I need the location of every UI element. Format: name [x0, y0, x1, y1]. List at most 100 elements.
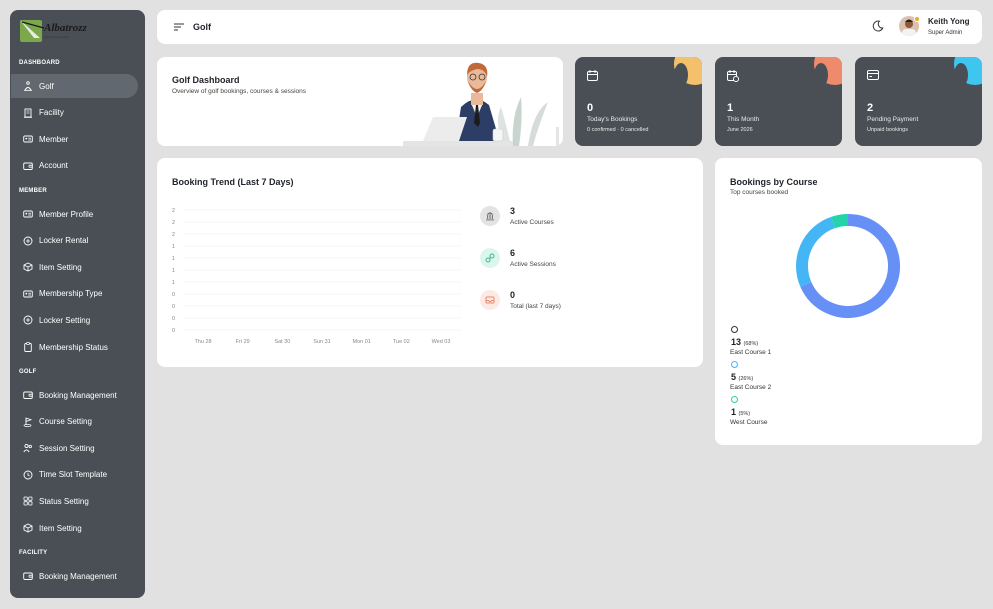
x-tick-label: Sat 30 [274, 339, 290, 345]
top-header: Golf Keith Yong Super Admin [157, 10, 982, 44]
y-tick-label: 0 [172, 292, 175, 298]
sidebar-item-golf[interactable]: Golf [11, 74, 138, 98]
legend-label: West Course [730, 419, 768, 426]
y-tick-label: 1 [172, 244, 175, 250]
x-tick-label: Fri 29 [236, 339, 250, 345]
inbox-icon [480, 290, 500, 310]
businessman-illustration [403, 62, 559, 146]
legend-marker [731, 361, 738, 368]
sidebar-item-label: Membership Type [39, 289, 103, 299]
clock-icon [23, 470, 33, 480]
wallet-icon [23, 571, 33, 581]
stat-subtext: Unpaid bookings [867, 127, 908, 133]
sidebar-item-label: Member Profile [39, 209, 94, 219]
menu-icon[interactable] [174, 23, 184, 31]
sidebar-item-label: Locker Setting [39, 315, 91, 325]
sidebar-item-item-setting[interactable]: Item Setting [11, 516, 138, 540]
sidebar-item-membership-type[interactable]: Membership Type [11, 282, 138, 306]
stat-subtext: June 2026 [727, 127, 753, 133]
legend-value: 1 (5%) [731, 407, 750, 417]
sidebar-item-label: Golf [39, 81, 54, 91]
sidebar-item-course-setting[interactable]: Course Setting [11, 410, 138, 434]
sidebar-item-member[interactable]: Member [11, 127, 138, 151]
legend-count: 5 [731, 372, 737, 382]
sidebar: Albatrozz golf & country club DASHBOARD G… [10, 10, 145, 598]
x-tick-label: Wed 03 [432, 339, 451, 345]
legend-percent: (68%) [743, 341, 759, 347]
box-icon [23, 523, 33, 533]
summary-value: 0 [510, 290, 516, 300]
sidebar-item-label: Booking Management [39, 571, 117, 581]
page-title: Golf [193, 22, 211, 32]
brand-logo[interactable]: Albatrozz golf & country club [20, 20, 130, 46]
stat-card-todays-bookings[interactable]: 0 Today's Bookings 0 confirmed · 0 cance… [575, 57, 702, 146]
stat-card-this-month[interactable]: 1 This Month June 2026 [715, 57, 842, 146]
card-icon [867, 70, 879, 80]
clipboard-icon [23, 342, 33, 352]
golfer-icon [23, 81, 33, 91]
sidebar-section-facility: FACILITY [19, 550, 48, 556]
sidebar-item-member-profile[interactable]: Member Profile [11, 202, 138, 226]
welcome-subtitle: Overview of golf bookings, courses & ses… [172, 88, 307, 95]
wallet-icon [23, 390, 33, 400]
sidebar-item-membership-status[interactable]: Membership Status [11, 335, 138, 359]
stat-card-pending-payment[interactable]: 2 Pending Payment Unpaid bookings [855, 57, 982, 146]
y-tick-label: 1 [172, 256, 175, 262]
summary-label: Active Courses [510, 219, 554, 226]
users-icon [23, 443, 33, 453]
stat-label: Pending Payment [867, 116, 919, 123]
sidebar-item-label: Status Setting [39, 496, 89, 506]
moon-icon[interactable] [872, 20, 884, 32]
stat-value: 2 [867, 102, 874, 114]
sidebar-item-booking-management[interactable]: Booking Management [11, 564, 138, 588]
bookings-by-course-card: Bookings by Course Top courses booked 13… [715, 158, 982, 445]
status-dot [914, 16, 920, 22]
legend-count: 13 [731, 337, 742, 347]
legend-label: East Course 2 [730, 384, 772, 391]
sidebar-item-label: Booking Management [39, 390, 117, 400]
brand-name: Albatrozz [44, 22, 87, 34]
sidebar-item-session-setting[interactable]: Session Setting [11, 436, 138, 460]
sidebar-item-booking-management[interactable]: Booking Management [11, 383, 138, 407]
user-name: Keith Yong [928, 17, 970, 26]
sidebar-item-label: Account [39, 161, 68, 171]
stat-value: 0 [587, 102, 594, 114]
sidebar-item-facility[interactable]: Facility [11, 101, 138, 125]
donut-slice-east-course-2[interactable] [796, 216, 836, 287]
sidebar-item-label: Membership Status [39, 342, 108, 352]
stat-subtext: 0 confirmed · 0 cancelled [587, 127, 649, 133]
wallet-icon [23, 161, 33, 171]
y-tick-label: 1 [172, 280, 175, 286]
summary-value: 6 [510, 248, 516, 258]
summary-label: Total (last 7 days) [510, 303, 561, 310]
sidebar-item-account[interactable]: Account [11, 154, 138, 178]
sidebar-item-label: Item Setting [39, 262, 82, 272]
sidebar-item-label: Course Setting [39, 417, 92, 427]
sidebar-item-label: Member [39, 134, 69, 144]
y-tick-label: 1 [172, 268, 175, 274]
sidebar-item-locker-rental[interactable]: Locker Rental [11, 229, 138, 253]
sidebar-item-label: Locker Rental [39, 236, 89, 246]
sidebar-item-status-setting[interactable]: Status Setting [11, 489, 138, 513]
calendar-clock-icon [727, 70, 739, 82]
box-icon [23, 262, 33, 272]
welcome-title: Golf Dashboard [172, 75, 240, 85]
sidebar-item-locker-setting[interactable]: Locker Setting [11, 308, 138, 332]
bank-icon [480, 206, 500, 226]
sidebar-item-label: Session Setting [39, 443, 95, 453]
sidebar-item-item-setting[interactable]: Item Setting [11, 255, 138, 279]
stat-value: 1 [727, 102, 734, 114]
y-tick-label: 0 [172, 316, 175, 322]
brand-tagline: golf & country club [44, 35, 69, 39]
sidebar-item-time-slot-template[interactable]: Time Slot Template [11, 463, 138, 487]
stat-label: Today's Bookings [587, 116, 638, 123]
y-tick-label: 2 [172, 220, 175, 226]
id-card-icon [23, 134, 33, 144]
grid-icon [23, 496, 33, 506]
donut-slice-west-course[interactable] [831, 214, 849, 229]
summary-value: 3 [510, 206, 516, 216]
calendar-icon [587, 70, 598, 81]
sidebar-section-member: MEMBER [19, 188, 47, 194]
x-tick-label: Sun 31 [313, 339, 330, 345]
locker-icon [23, 236, 33, 246]
